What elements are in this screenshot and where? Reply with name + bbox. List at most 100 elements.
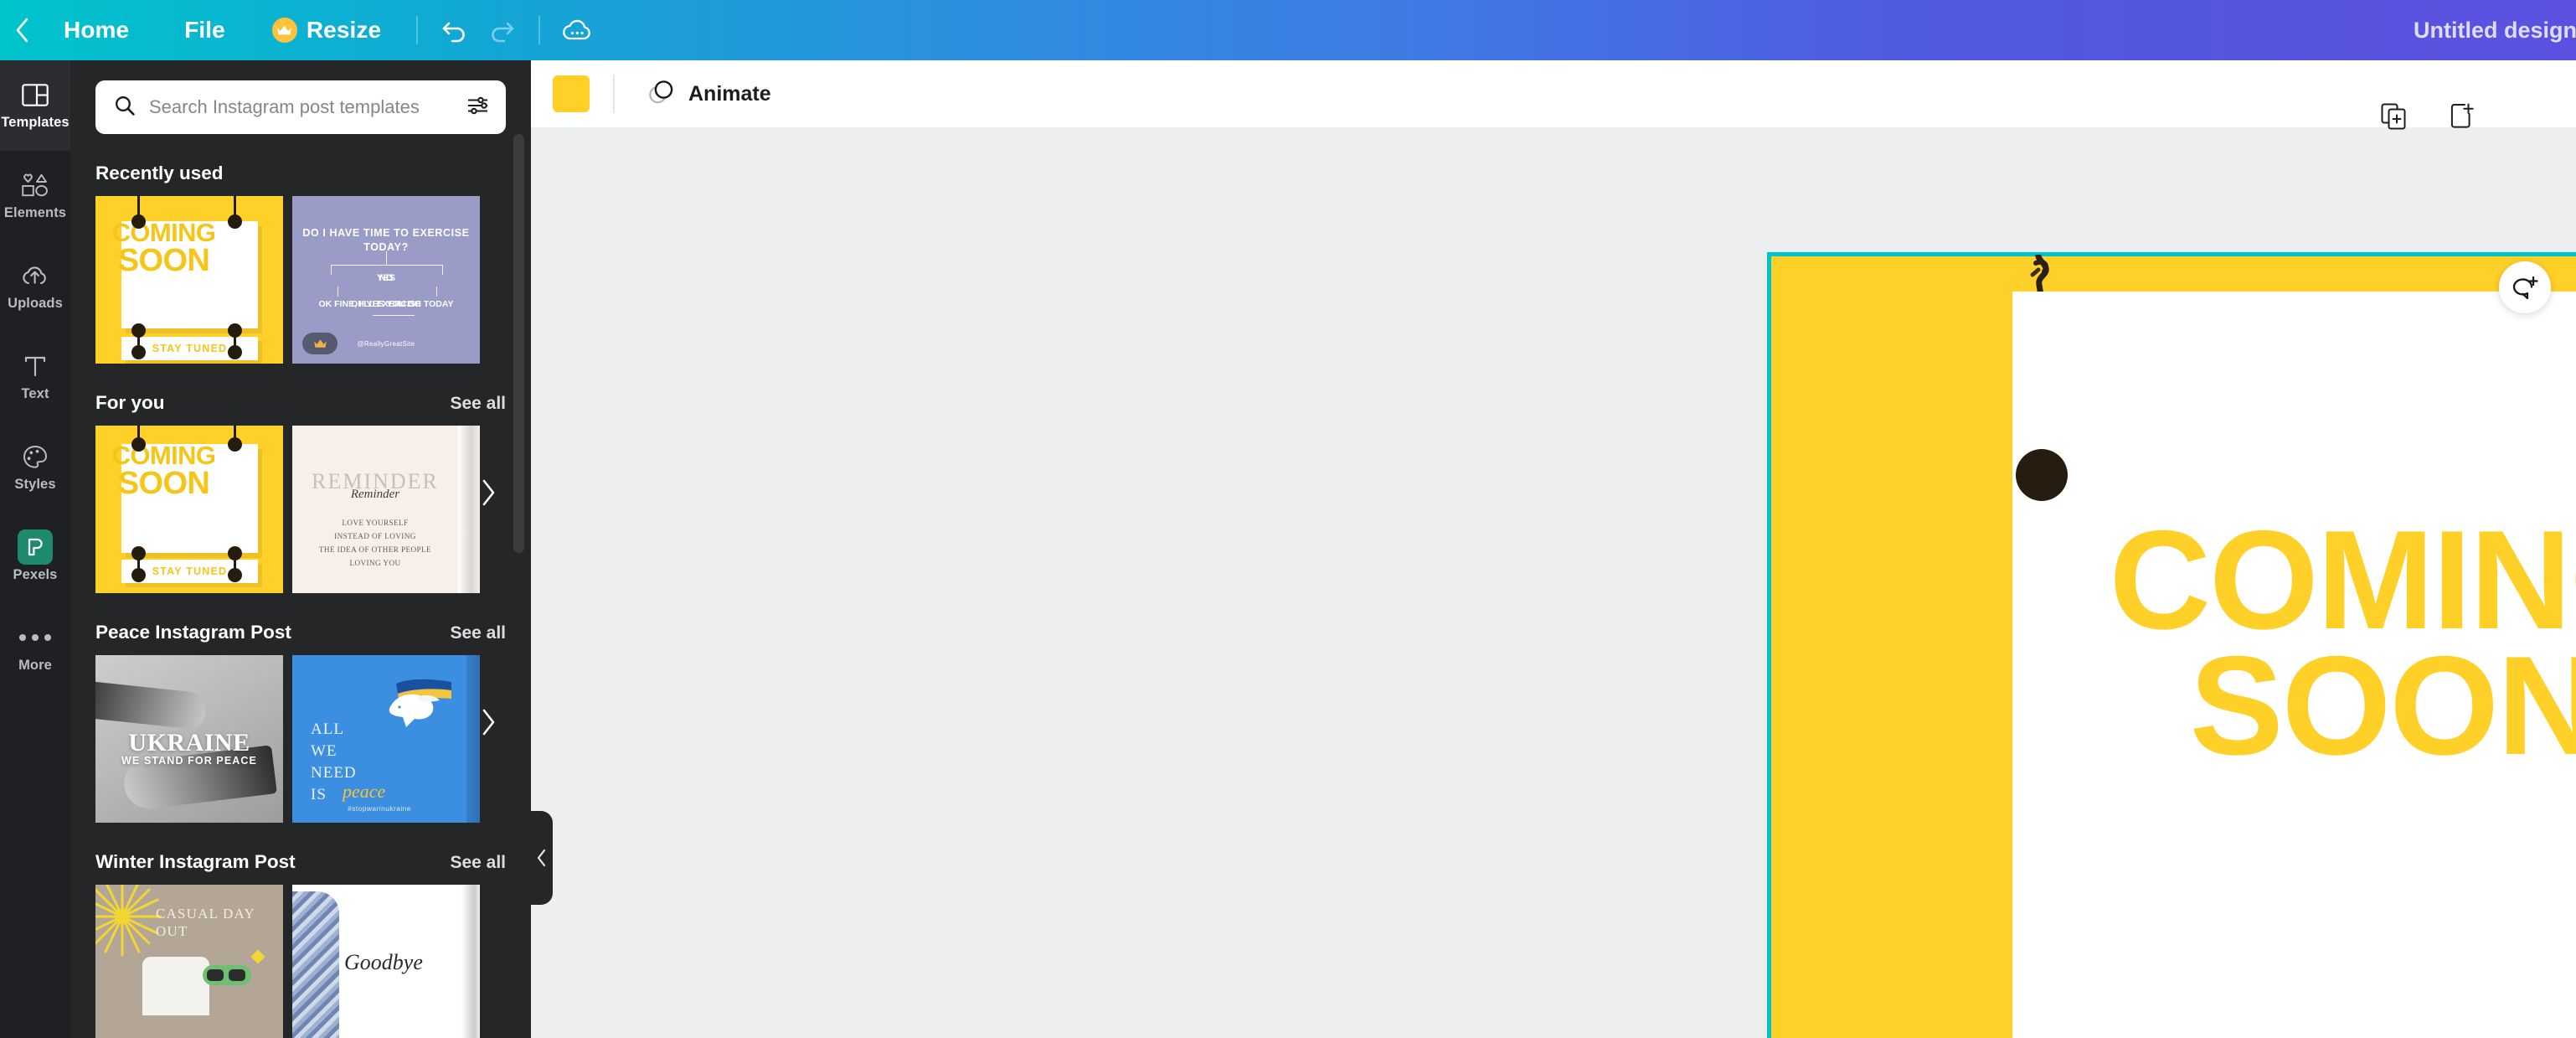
flow-line-stem <box>386 251 387 265</box>
lens-left <box>207 969 224 981</box>
peace-script: peace <box>343 781 386 802</box>
reminder-script: Reminder <box>350 488 400 501</box>
template-thumb-flowchart[interactable]: DO I HAVE TIME TO EXERCISE TODAY? NO YES… <box>292 196 480 364</box>
cloud-save-button[interactable] <box>554 7 600 54</box>
section-title: Winter Instagram Post <box>95 851 296 872</box>
flow-line-bar <box>331 265 443 266</box>
sidebar-label-more: More <box>18 658 52 673</box>
template-thumb-coming-soon[interactable]: COMING SOON STAY TUNED <box>95 426 283 593</box>
sidebar-label-templates: Templates <box>1 115 70 130</box>
template-thumb-casual-day-out[interactable]: CASUAL DAY OUT <box>95 885 283 1038</box>
knob-tl <box>131 437 146 452</box>
sidebar-label-elements: Elements <box>3 205 67 220</box>
filter-sliders-icon[interactable] <box>466 96 489 120</box>
toolbar-divider <box>613 75 615 113</box>
see-all-winter[interactable]: See all <box>450 853 506 873</box>
sparkle-shape <box>250 949 265 964</box>
palette-icon <box>23 442 48 471</box>
thumbnail-row: COMING SOON STAY TUNED <box>95 196 506 364</box>
knob-tl <box>131 214 146 229</box>
undo-button[interactable] <box>431 7 478 54</box>
see-all-for-you[interactable]: See all <box>450 394 506 414</box>
duplicate-page-button[interactable] <box>2380 102 2409 135</box>
search-input[interactable] <box>149 96 453 118</box>
knob-bbr <box>228 568 242 582</box>
search-area <box>70 60 531 134</box>
flowchart-right-answer: OK FINE, I'LL EXERCISE TODAY <box>318 299 454 309</box>
add-comment-icon <box>2512 276 2538 300</box>
file-menu-item[interactable]: File <box>147 0 244 60</box>
peace-word-4: IS <box>311 786 327 803</box>
search-box[interactable] <box>95 80 506 134</box>
duplicate-page-icon <box>2381 103 2406 130</box>
redo-button[interactable] <box>478 7 525 54</box>
left-nav-rail: Templates Elements Uploads Text Styles P… <box>0 60 70 1038</box>
crown-icon <box>313 338 327 348</box>
upload-cloud-icon <box>20 261 50 290</box>
back-button[interactable] <box>0 0 45 60</box>
rope-knot-left-icon <box>2030 255 2049 295</box>
pro-badge <box>302 333 337 354</box>
template-thumb-ukraine[interactable]: UKRAINE WE STAND FOR PEACE <box>95 655 283 823</box>
sidebar-item-pexels[interactable]: Pexels <box>0 513 70 603</box>
background-color-swatch[interactable] <box>553 75 590 112</box>
chevron-right-icon <box>482 709 495 736</box>
sidebar-item-more[interactable]: More <box>0 603 70 694</box>
search-icon <box>114 95 136 121</box>
flowchart-right-label: YES <box>376 273 395 283</box>
sidebar-item-styles[interactable]: Styles <box>0 422 70 513</box>
see-all-peace[interactable]: See all <box>450 623 506 643</box>
panel-scrollbar[interactable] <box>513 134 524 553</box>
sidebar-item-elements[interactable]: Elements <box>0 151 70 241</box>
home-label: Home <box>64 17 130 43</box>
design-title[interactable]: Untitled design - Ins <box>2414 18 2576 44</box>
template-sections: Recently used COMING SOON STAY TUNED DO … <box>70 163 531 1038</box>
carousel-next-for-you[interactable] <box>476 474 501 511</box>
template-thumb-peace[interactable]: ALL WE NEED IS peace #stopwarinukraine <box>292 655 480 823</box>
elements-icon <box>21 171 49 199</box>
template-thumb-coming-soon[interactable]: COMING SOON STAY TUNED <box>95 196 283 364</box>
animate-label: Animate <box>688 81 771 106</box>
template-thumb-goodbye[interactable]: Goodbye <box>292 885 480 1038</box>
section-header: Peace Instagram Post See all <box>95 622 506 643</box>
animate-button[interactable]: Animate <box>638 71 780 117</box>
sidebar-item-text[interactable]: Text <box>0 332 70 422</box>
knob-left-front <box>2016 449 2068 501</box>
home-menu-item[interactable]: Home <box>45 0 147 60</box>
add-page-button[interactable] <box>2447 102 2476 135</box>
sun-burst-icon <box>95 885 162 957</box>
peace-word-1: ALL <box>311 720 344 738</box>
sidebar-label-styles: Styles <box>14 477 56 492</box>
peace-word-3: NEED <box>311 764 357 782</box>
page-edge <box>461 885 480 1038</box>
flowchart-heading: DO I HAVE TIME TO EXERCISE TODAY? <box>302 227 470 253</box>
toolbar-divider-1 <box>416 16 419 44</box>
file-label: File <box>184 17 225 43</box>
sidebar-item-templates[interactable]: Templates <box>0 60 70 151</box>
collapse-panel-button[interactable] <box>531 811 553 905</box>
sidebar-label-pexels: Pexels <box>13 567 58 582</box>
knob-tr <box>228 214 242 229</box>
peace-word-2: WE <box>311 742 337 760</box>
add-page-icon <box>2450 103 2474 128</box>
design-artboard[interactable]: COMING SOON <box>1767 252 2576 1038</box>
knob-bbl <box>131 568 146 582</box>
canva-editor-window: Home File Resize Untitled design Templat… <box>0 0 2576 1038</box>
ukraine-title: UKRAINE <box>128 729 250 757</box>
add-comment-button[interactable] <box>2499 261 2551 313</box>
resize-label: Resize <box>306 17 382 43</box>
peace-hashtag: #stopwarinukraine <box>348 804 411 813</box>
resize-menu-item[interactable]: Resize <box>244 0 403 60</box>
canvas-text-soon[interactable]: SOON <box>2012 635 2576 776</box>
animate-circles-icon <box>647 78 677 111</box>
thumb-footer: STAY TUNED <box>152 343 228 354</box>
sidebar-item-uploads[interactable]: Uploads <box>0 241 70 332</box>
template-thumb-reminder[interactable]: REMINDER Reminder LOVE YOURSELF INSTEAD … <box>292 426 480 593</box>
chevron-left-icon <box>537 849 546 867</box>
thumb-line-2: SOON <box>117 466 210 501</box>
knob-bbr <box>228 345 242 359</box>
crown-icon <box>271 18 297 43</box>
carousel-next-peace[interactable] <box>476 704 501 741</box>
chevron-right-icon <box>482 479 495 506</box>
templates-panel: Recently used COMING SOON STAY TUNED <box>70 60 531 1038</box>
